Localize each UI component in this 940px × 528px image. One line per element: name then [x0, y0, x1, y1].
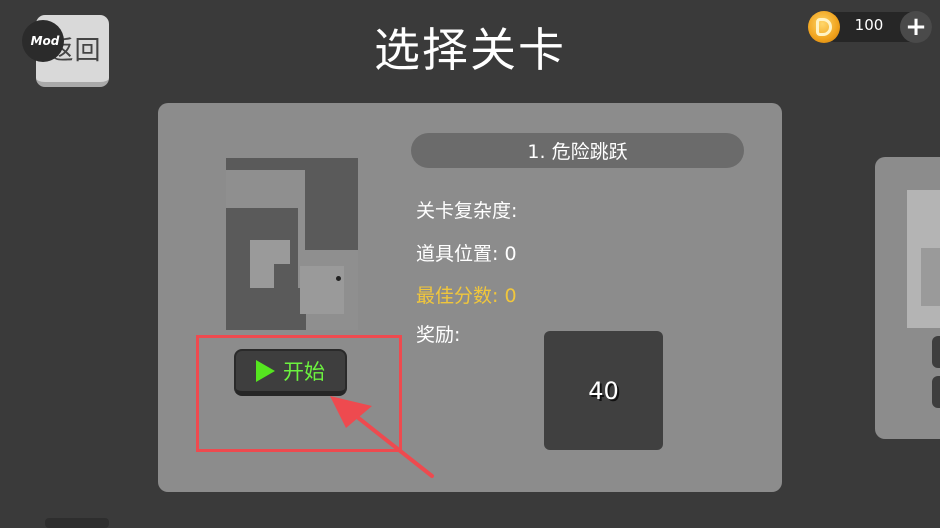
- page-title: 选择关卡: [374, 23, 566, 77]
- next-level-button-stub: [932, 336, 940, 368]
- coin-amount: 100: [854, 16, 884, 34]
- plus-icon: +: [905, 12, 927, 42]
- bottom-edge-bar: [45, 518, 109, 528]
- next-level-button-stub: [932, 376, 940, 408]
- coin-icon: [808, 11, 840, 43]
- item-position-label: 道具位置: 0: [416, 243, 517, 265]
- add-coins-button[interactable]: +: [900, 11, 932, 43]
- reward-value: 40: [588, 376, 619, 405]
- reward-label: 奖励:: [416, 324, 461, 346]
- level-preview-thumbnail[interactable]: [226, 158, 358, 330]
- reward-box: 40: [544, 331, 663, 450]
- next-level-preview-detail: [921, 248, 940, 306]
- level-name: 1. 危险跳跃: [411, 133, 744, 168]
- best-score-label: 最佳分数: 0: [416, 285, 517, 307]
- complexity-label: 关卡复杂度:: [416, 200, 518, 222]
- annotation-arrow-icon: [330, 396, 434, 478]
